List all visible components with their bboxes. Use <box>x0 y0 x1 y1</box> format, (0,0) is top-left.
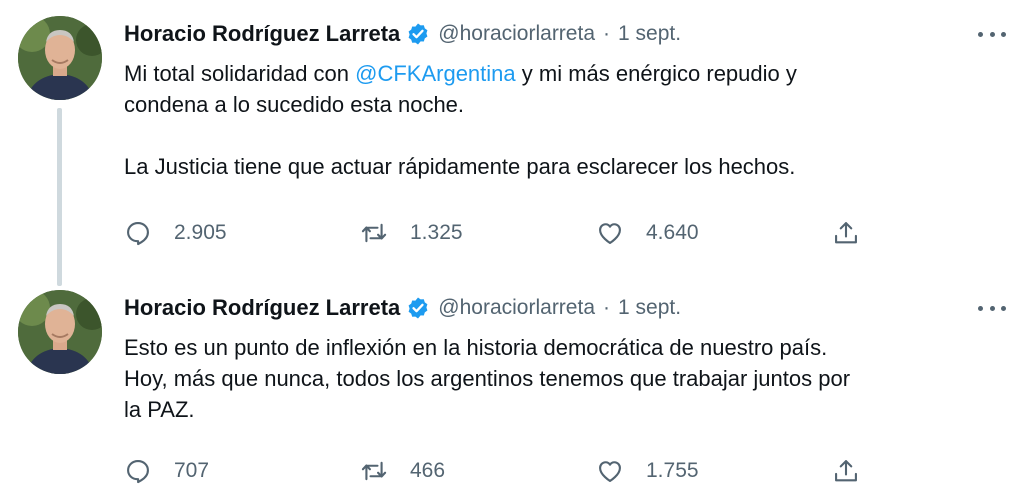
like-button[interactable]: 4.640 <box>596 218 699 248</box>
author-name[interactable]: Horacio Rodríguez Larreta <box>124 295 400 321</box>
like-icon <box>599 223 621 244</box>
reply-count: 707 <box>174 459 210 482</box>
reply-icon <box>127 460 149 484</box>
share-icon <box>835 222 857 244</box>
text-paragraph: La Justicia tiene que actuar rápidamente… <box>124 154 796 179</box>
text-segment: y mi más enérgico repudio y <box>515 61 797 86</box>
text-line: Hoy, más que nunca, todos los argentinos… <box>124 366 851 391</box>
text-line: condena a lo sucedido esta noche. <box>124 92 465 117</box>
text-line: Esto es un punto de inflexión en la hist… <box>124 335 828 360</box>
profile-photo <box>18 290 102 374</box>
share-button[interactable] <box>832 456 860 486</box>
reply-button[interactable]: 707 <box>124 456 209 486</box>
tweet-actions: 2.905 1.325 4.640 <box>124 218 884 248</box>
mention-link[interactable]: @CFKArgentina <box>355 61 516 86</box>
author-handle[interactable]: @horaciorlarreta <box>438 22 595 46</box>
tweet-header: Horacio Rodríguez Larreta @horaciorlarre… <box>124 291 681 325</box>
retweet-button[interactable]: 466 <box>360 456 445 486</box>
tweet-text: Mi total solidaridad con @CFKArgentina y… <box>124 58 994 182</box>
tweet-date[interactable]: 1 sept. <box>618 296 681 320</box>
verified-badge-icon <box>406 296 430 320</box>
text-line: la PAZ. <box>124 397 195 422</box>
avatar[interactable] <box>18 290 102 374</box>
like-count: 4.640 <box>646 221 699 244</box>
tweet[interactable]: Horacio Rodríguez Larreta @horaciorlarre… <box>0 278 1024 496</box>
retweet-icon <box>361 223 387 243</box>
reply-icon <box>127 222 149 246</box>
avatar[interactable] <box>18 16 102 100</box>
tweet-date[interactable]: 1 sept. <box>618 22 681 46</box>
retweet-count: 1.325 <box>410 221 463 244</box>
tweet-actions: 707 466 1.755 <box>124 456 884 486</box>
like-count: 1.755 <box>646 459 699 482</box>
tweet-header: Horacio Rodríguez Larreta @horaciorlarre… <box>124 17 681 51</box>
retweet-button[interactable]: 1.325 <box>360 218 463 248</box>
author-handle[interactable]: @horaciorlarreta <box>438 296 595 320</box>
text-segment: Mi total solidaridad con <box>124 61 356 86</box>
like-icon <box>599 461 621 482</box>
more-options-icon[interactable] <box>978 298 1006 318</box>
reply-button[interactable]: 2.905 <box>124 218 227 248</box>
more-options-icon[interactable] <box>978 24 1006 44</box>
retweet-icon <box>361 461 387 481</box>
separator-dot: · <box>603 22 610 45</box>
like-button[interactable]: 1.755 <box>596 456 699 486</box>
tweet-text: Esto es un punto de inflexión en la hist… <box>124 332 994 425</box>
separator-dot: · <box>603 296 610 319</box>
thread-connector-line <box>57 108 62 286</box>
profile-photo <box>18 16 102 100</box>
share-icon <box>835 460 857 482</box>
reply-count: 2.905 <box>174 221 227 244</box>
author-name[interactable]: Horacio Rodríguez Larreta <box>124 21 400 47</box>
verified-badge-icon <box>406 22 430 46</box>
share-button[interactable] <box>832 218 860 248</box>
retweet-count: 466 <box>410 459 446 482</box>
tweet[interactable]: Horacio Rodríguez Larreta @horaciorlarre… <box>0 0 1024 286</box>
